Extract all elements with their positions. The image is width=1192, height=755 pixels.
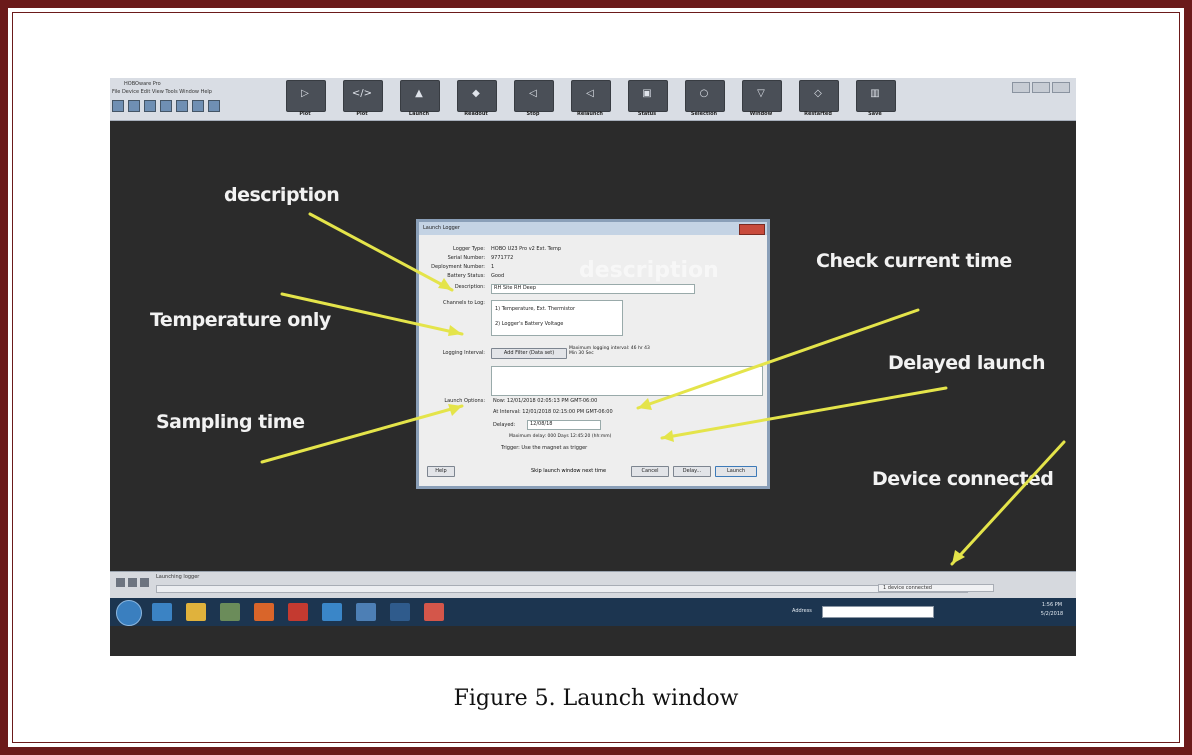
firefox-icon[interactable] — [254, 603, 274, 621]
status-icon[interactable] — [140, 578, 149, 587]
annotation-arrows — [260, 212, 1066, 566]
status-icon[interactable] — [128, 578, 137, 587]
address-input[interactable] — [822, 606, 934, 618]
launch-window-screenshot: HOBOware Pro File Device Edit View Tools… — [110, 78, 1076, 656]
chrome-icon[interactable] — [322, 603, 342, 621]
arrow-current-time — [636, 308, 920, 410]
clock-time: 1:56 PM — [1041, 602, 1063, 608]
system-clock: 1:56 PM 5/2/2018 — [1030, 601, 1074, 623]
status-progress — [156, 585, 968, 593]
app-icon[interactable] — [424, 603, 444, 621]
start-button-icon[interactable] — [116, 600, 142, 626]
app-icon[interactable] — [288, 603, 308, 621]
status-icon[interactable] — [116, 578, 125, 587]
arrow-temperature — [280, 292, 464, 336]
address-label: Address — [792, 608, 812, 614]
app-icon[interactable] — [220, 603, 240, 621]
arrowhead — [638, 398, 652, 410]
status-text: Launching logger — [156, 574, 200, 580]
arrow-delayed — [660, 386, 948, 440]
status-bar: Launching logger 1 device connected — [110, 571, 1076, 599]
arrowhead — [448, 404, 462, 416]
folder-icon[interactable] — [186, 603, 206, 621]
app-icon[interactable] — [390, 603, 410, 621]
device-connected-status: 1 device connected — [878, 584, 994, 592]
arrow-device-connected — [950, 440, 1066, 566]
app-icon[interactable] — [356, 603, 376, 621]
figure-caption: Figure 5. Launch window — [453, 686, 739, 711]
clock-date: 5/2/2018 — [1040, 611, 1064, 617]
windows-taskbar: Address 1:56 PM 5/2/2018 — [110, 598, 1076, 626]
arrow-description — [308, 212, 454, 292]
browser-icon[interactable] — [152, 603, 172, 621]
arrow-sampling — [260, 404, 464, 464]
arrowhead — [662, 430, 674, 442]
